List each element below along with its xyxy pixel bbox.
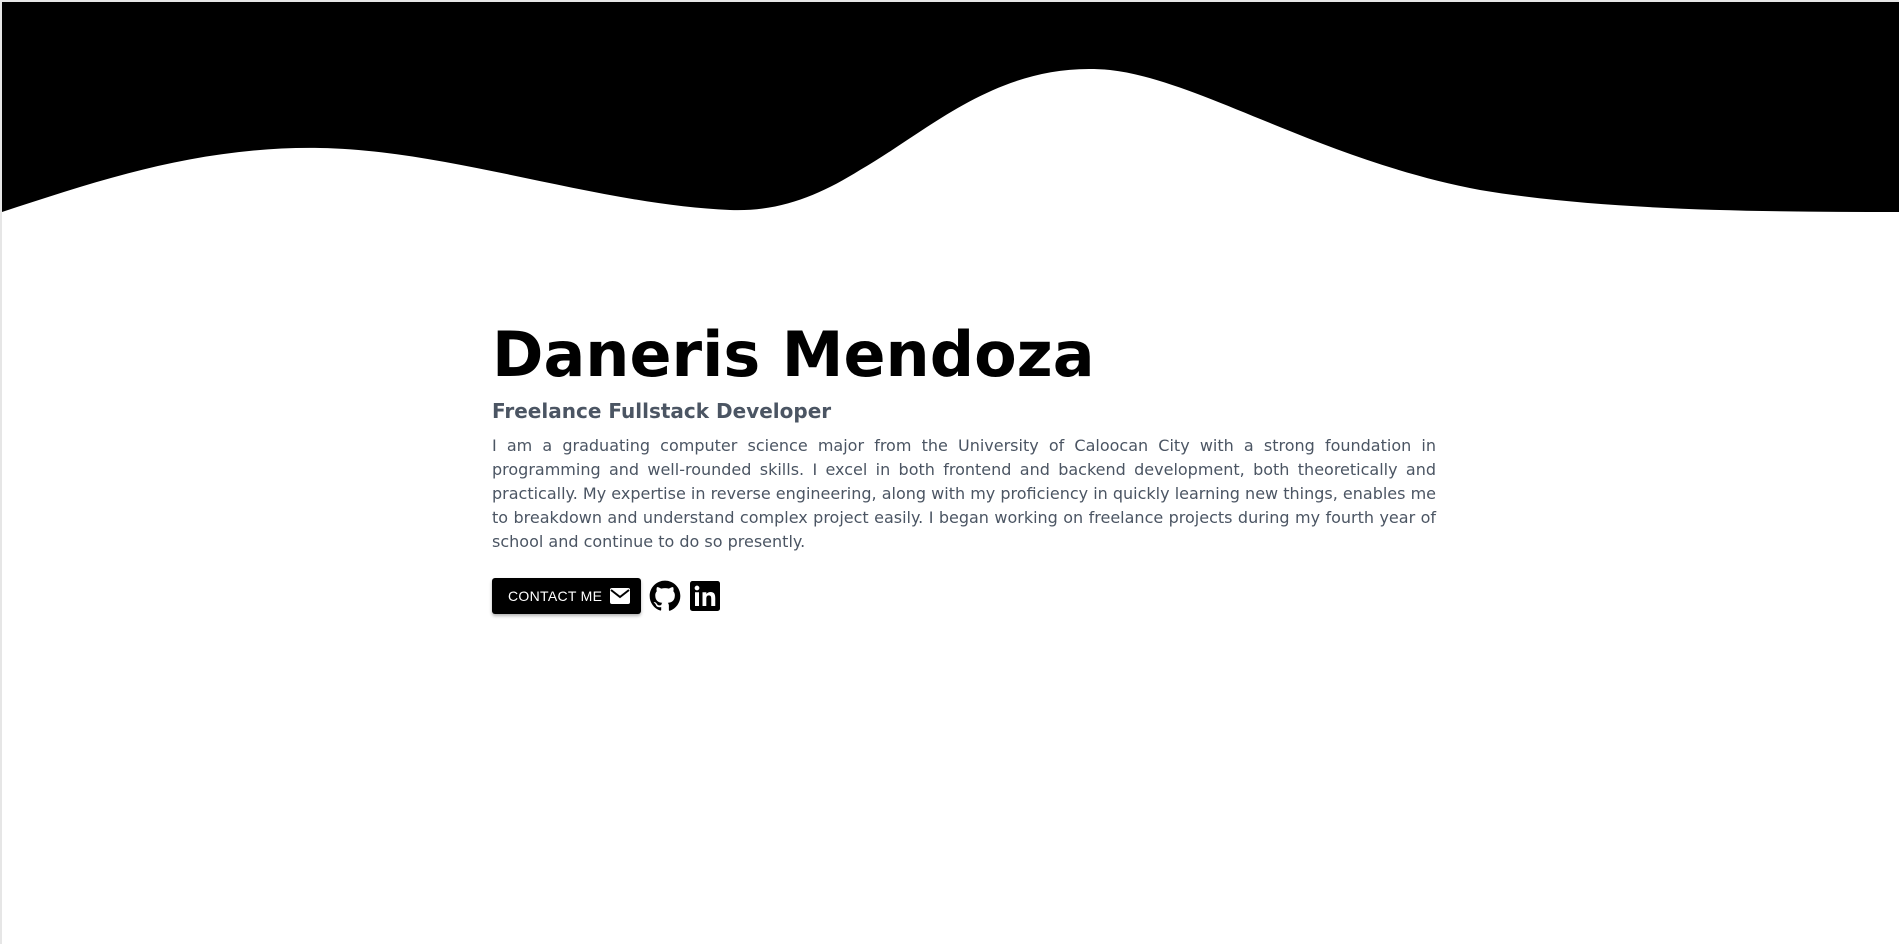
hero-section: Daneris Mendoza Freelance Fullstack Deve… <box>492 318 1436 614</box>
github-link[interactable] <box>649 580 681 612</box>
envelope-icon <box>610 588 631 604</box>
developer-bio: I am a graduating computer science major… <box>492 436 1436 551</box>
linkedin-link[interactable] <box>689 580 721 612</box>
linkedin-icon <box>690 581 721 611</box>
wave-shape <box>2 2 1899 212</box>
developer-title: Freelance Fullstack Developer <box>492 399 832 423</box>
header-wave <box>2 2 1899 212</box>
action-row: CONTACT ME <box>492 578 1436 614</box>
github-icon <box>649 580 681 611</box>
developer-name: Daneris Mendoza <box>492 318 1095 391</box>
contact-me-label: CONTACT ME <box>508 588 603 604</box>
contact-me-button[interactable]: CONTACT ME <box>492 578 642 614</box>
